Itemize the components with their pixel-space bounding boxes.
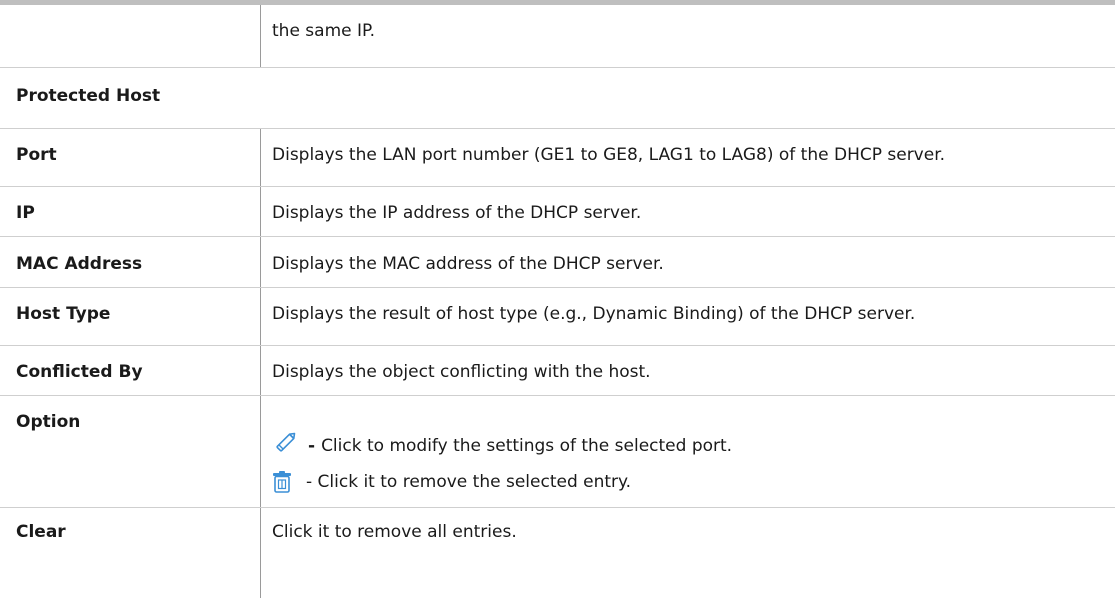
delete-description: - Click it to remove the selected entry. (306, 472, 632, 492)
edit-option-line: - Click to modify the settings of the se… (272, 432, 733, 458)
row-term: Host Type (16, 304, 111, 324)
pencil-icon[interactable] (272, 428, 300, 456)
row-description: Displays the LAN port number (GE1 to GE8… (272, 145, 946, 165)
column-separator (260, 508, 261, 598)
column-separator (260, 346, 261, 395)
table-row: MAC Address Displays the MAC address of … (0, 237, 1115, 288)
row-description: Displays the result of host type (e.g., … (272, 304, 916, 324)
delete-option-line: - Click it to remove the selected entry. (272, 470, 631, 494)
row-description: Displays the MAC address of the DHCP ser… (272, 254, 664, 274)
table-row: Option - Click to modify the settings of… (0, 396, 1115, 508)
table-row: IP Displays the IP address of the DHCP s… (0, 187, 1115, 237)
row-term: Clear (16, 522, 66, 542)
column-separator (260, 187, 261, 236)
trash-icon[interactable] (272, 471, 292, 493)
column-separator (260, 5, 261, 67)
column-separator (260, 288, 261, 345)
row-description: Displays the IP address of the DHCP serv… (272, 203, 642, 223)
table-row: Conflicted By Displays the object confli… (0, 346, 1115, 396)
edit-description: Click to modify the settings of the sele… (321, 436, 733, 456)
table-row: Clear Click it to remove all entries. (0, 508, 1115, 610)
table-row: Port Displays the LAN port number (GE1 t… (0, 128, 1115, 187)
row-term: MAC Address (16, 254, 143, 274)
table-row-continued: the same IP. (0, 5, 1115, 68)
column-separator (260, 396, 261, 507)
edit-dash: - (308, 436, 316, 456)
row-term: Option (16, 412, 81, 432)
column-separator (260, 129, 261, 186)
table-row: Host Type Displays the result of host ty… (0, 288, 1115, 346)
row-description: Displays the object conflicting with the… (272, 362, 651, 382)
row-term: Conflicted By (16, 362, 143, 382)
row-description: Click it to remove all entries. (272, 522, 517, 542)
row-description: the same IP. (272, 21, 376, 41)
column-separator (260, 237, 261, 287)
section-title: Protected Host (16, 86, 161, 106)
row-term: Port (16, 145, 57, 165)
row-term: IP (16, 203, 35, 223)
